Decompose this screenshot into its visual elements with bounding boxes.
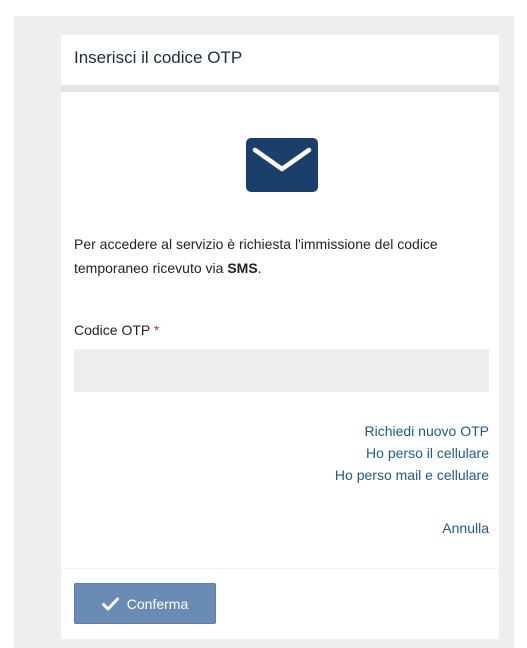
help-links: Richiedi nuovo OTP Ho perso il cellulare…	[335, 420, 489, 486]
lost-phone-link[interactable]: Ho perso il cellulare	[335, 442, 489, 464]
confirm-button-label: Conferma	[126, 595, 189, 612]
cancel-link[interactable]: Annulla	[442, 520, 489, 536]
otp-label-text: Codice OTP	[74, 322, 150, 338]
otp-input[interactable]	[74, 349, 489, 392]
confirm-button[interactable]: Conferma	[74, 583, 216, 624]
otp-field-label: Codice OTP *	[74, 322, 159, 338]
lost-mail-and-phone-link[interactable]: Ho perso mail e cellulare	[335, 464, 489, 486]
dialog-header: Inserisci il codice OTP	[61, 35, 499, 92]
dialog-title: Inserisci il codice OTP	[74, 48, 243, 67]
dialog-footer: Conferma	[61, 568, 499, 639]
instructions-channel: SMS	[227, 260, 258, 276]
envelope-icon	[246, 138, 318, 192]
instructions-end: .	[257, 260, 262, 276]
otp-dialog: Inserisci il codice OTP Per accedere al …	[61, 35, 499, 639]
required-marker: *	[153, 322, 160, 338]
request-new-otp-link[interactable]: Richiedi nuovo OTP	[335, 420, 489, 442]
otp-instructions: Per accedere al servizio è richiesta l'i…	[74, 232, 494, 280]
check-icon	[101, 597, 119, 610]
